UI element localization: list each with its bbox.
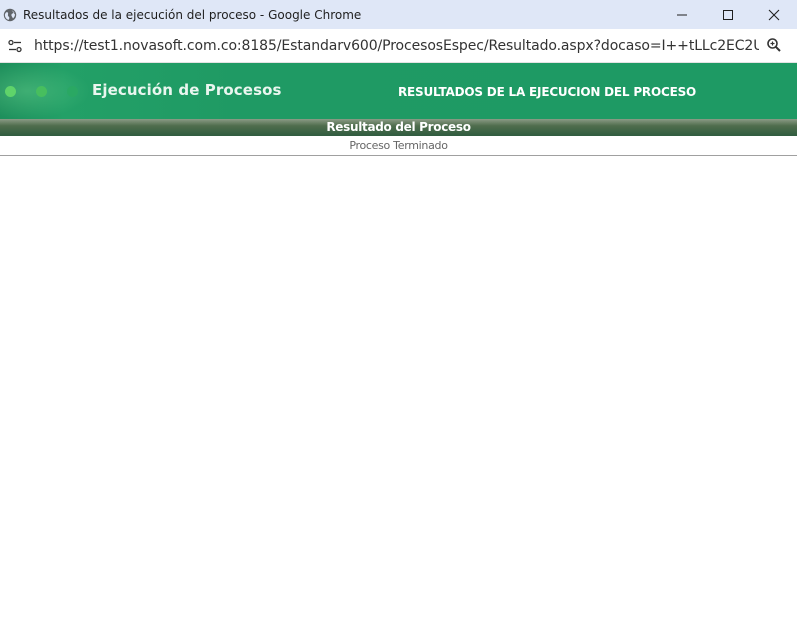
browser-window: Resultados de la ejecución del proceso -… <box>0 0 797 642</box>
address-bar: https://test1.novasoft.com.co:8185/Estan… <box>0 29 797 63</box>
result-header: Resultado del Proceso <box>0 119 797 136</box>
tune-icon[interactable] <box>7 38 23 54</box>
banner-dot-icon <box>67 86 78 97</box>
page-banner: Ejecución de Procesos RESULTADOS DE LA E… <box>0 63 797 119</box>
window-title: Resultados de la ejecución del proceso -… <box>23 7 362 22</box>
url-field[interactable]: https://test1.novasoft.com.co:8185/Estan… <box>34 38 759 54</box>
app-title: Ejecución de Procesos <box>92 81 282 99</box>
minimize-icon <box>677 14 687 15</box>
banner-dot-icon <box>36 86 47 97</box>
globe-icon <box>3 8 17 22</box>
page-title: RESULTADOS DE LA EJECUCION DEL PROCESO <box>398 85 697 99</box>
result-status: Proceso Terminado <box>0 136 797 156</box>
maximize-icon <box>723 9 733 20</box>
close-button[interactable] <box>751 0 797 29</box>
window-controls <box>659 0 797 29</box>
maximize-button[interactable] <box>705 0 751 29</box>
title-bar: Resultados de la ejecución del proceso -… <box>0 0 797 29</box>
minimize-button[interactable] <box>659 0 705 29</box>
banner-dots <box>5 86 78 97</box>
banner-dot-icon <box>5 86 16 97</box>
close-icon <box>768 9 780 20</box>
zoom-icon[interactable] <box>766 37 782 53</box>
